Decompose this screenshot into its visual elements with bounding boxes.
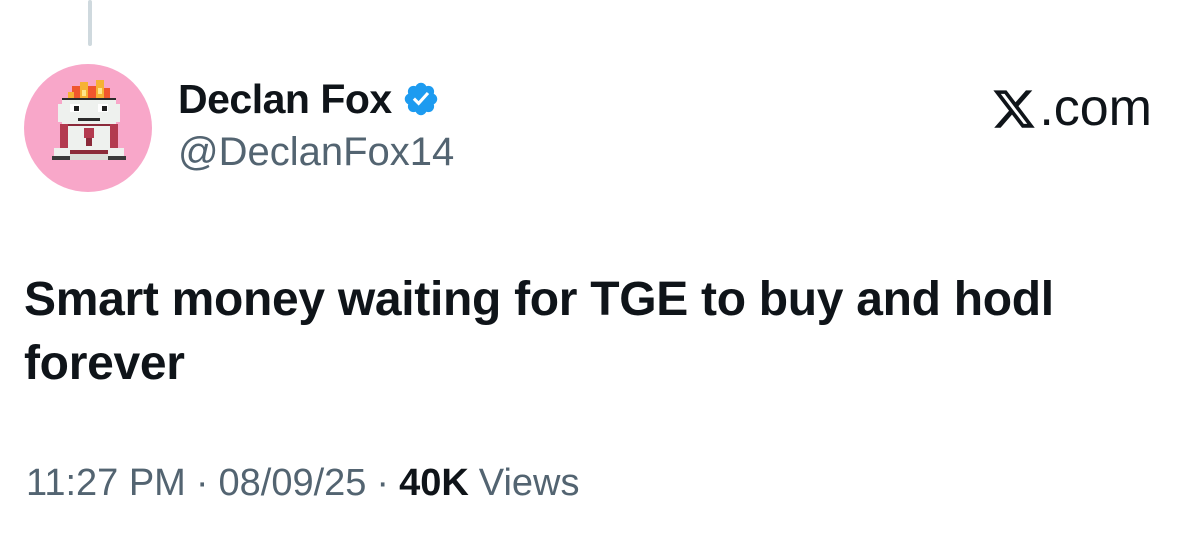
meta-separator: · [376, 462, 390, 504]
author-handle[interactable]: @DeclanFox14 [178, 130, 454, 175]
avatar[interactable] [24, 64, 152, 192]
tweet-date[interactable]: 08/09/25 [219, 462, 367, 505]
site-logo: .com [991, 78, 1152, 138]
verified-badge-icon [402, 80, 440, 118]
site-domain-label: .com [1039, 79, 1152, 137]
views-count: 40K [399, 462, 469, 504]
author-display-name[interactable]: Declan Fox [178, 76, 392, 123]
x-logo-icon [991, 85, 1037, 131]
thread-connector-line [88, 0, 92, 46]
views-label: Views [478, 462, 580, 504]
tweet-meta: 11:27 PM · 08/09/25 · 40K Views [26, 462, 579, 505]
author-name-row[interactable]: Declan Fox [178, 74, 440, 124]
tweet-text: Smart money waiting for TGE to buy and h… [24, 273, 1054, 390]
meta-separator: · [195, 462, 209, 504]
frog-avatar-icon [52, 80, 126, 160]
tweet-time[interactable]: 11:27 PM [26, 462, 186, 505]
